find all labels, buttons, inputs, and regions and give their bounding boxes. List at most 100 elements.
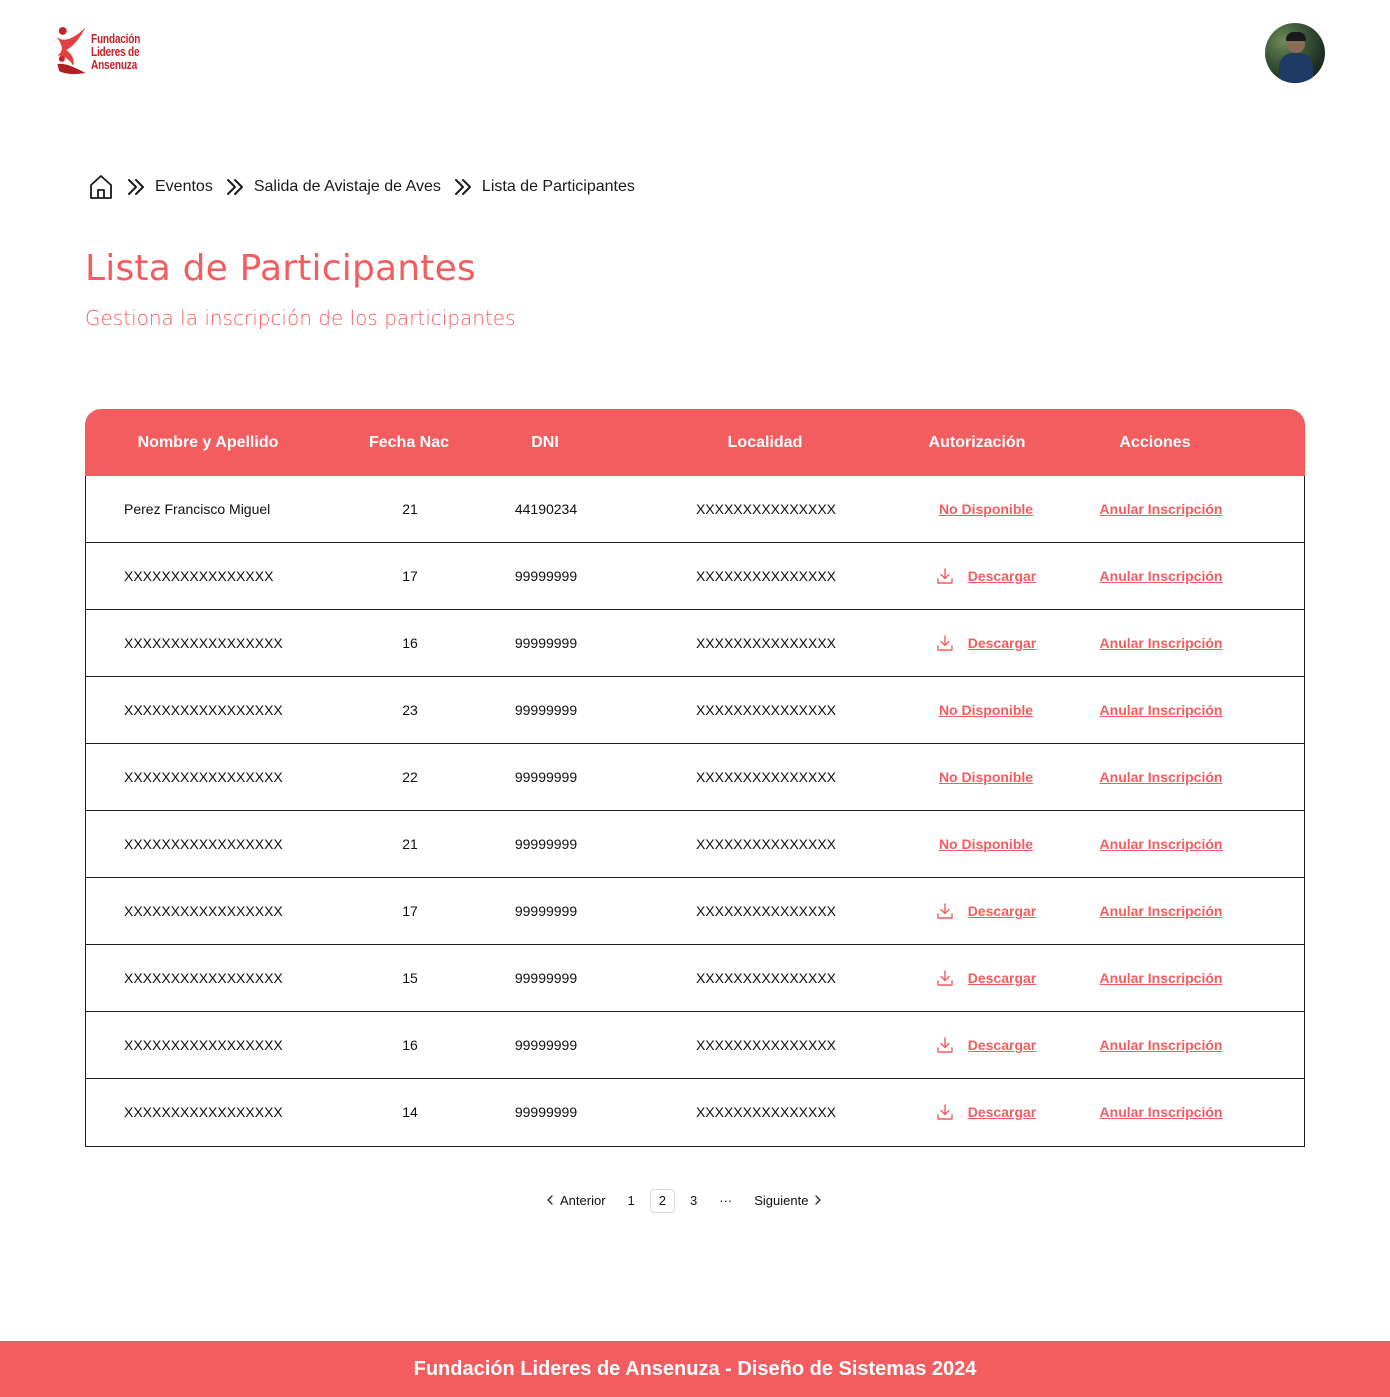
cell-dni: 99999999 <box>514 1104 578 1120</box>
download-label: Descargar <box>967 568 1037 584</box>
column-header-localidad: Localidad <box>727 434 803 451</box>
cell-autorizacion: Descargar <box>916 878 1056 944</box>
double-chevron-right-icon <box>453 178 473 196</box>
user-avatar[interactable] <box>1265 23 1325 83</box>
pagination-prev-label: Anterior <box>560 1193 606 1208</box>
cell-name: XXXXXXXXXXXXXXXXX <box>124 702 283 718</box>
download-icon <box>936 567 968 585</box>
chevron-left-icon <box>547 1189 554 1213</box>
cell-name: XXXXXXXXXXXXXXXXX <box>124 635 283 651</box>
table-row: XXXXXXXXXXXXXXXXX 23 99999999 XXXXXXXXXXXXX… <box>86 677 1304 744</box>
anular-inscripcion-link[interactable]: Anular Inscripción <box>1100 501 1223 517</box>
cell-name: XXXXXXXXXXXXXXXXX <box>124 769 283 785</box>
pagination-next[interactable]: Siguiente <box>743 1189 838 1213</box>
download-icon <box>936 634 968 652</box>
cell-dni: 44190234 <box>514 501 578 517</box>
download-link[interactable]: Descargar <box>936 878 1036 944</box>
avatar-hair <box>1286 32 1306 41</box>
pagination-page-current[interactable]: 2 <box>649 1189 675 1213</box>
cell-fecha: 21 <box>402 501 418 517</box>
cell-name: XXXXXXXXXXXXXXXXX <box>124 1104 283 1120</box>
breadcrumb-item-evento[interactable]: Salida de Avistaje de Aves <box>254 178 441 196</box>
cell-acciones: Anular Inscripción <box>1086 677 1236 743</box>
no-disponible-link[interactable]: No Disponible <box>939 702 1033 718</box>
table-row: XXXXXXXXXXXXXXXXX 16 99999999 XXXXXXXXXXXXX… <box>86 1012 1304 1079</box>
breadcrumb-item-eventos[interactable]: Eventos <box>155 178 213 196</box>
no-disponible-link[interactable]: No Disponible <box>939 769 1033 785</box>
pagination-ellipsis: ··· <box>719 1193 733 1208</box>
cell-acciones: Anular Inscripción <box>1086 543 1236 609</box>
cell-name: XXXXXXXXXXXXXXXXX <box>124 1037 283 1053</box>
anular-inscripcion-link[interactable]: Anular Inscripción <box>1100 702 1223 718</box>
cell-localidad: XXXXXXXXXXXXXXX <box>695 769 837 785</box>
download-icon <box>936 1036 968 1054</box>
anular-inscripcion-link[interactable]: Anular Inscripción <box>1100 1104 1223 1120</box>
anular-inscripcion-link[interactable]: Anular Inscripción <box>1100 568 1223 584</box>
download-icon <box>936 1103 968 1121</box>
home-icon[interactable] <box>88 173 114 201</box>
cell-fecha: 16 <box>402 635 418 651</box>
cell-acciones: Anular Inscripción <box>1086 610 1236 676</box>
brand-logo[interactable]: Fundación Lideres de Ansenuza <box>54 20 154 82</box>
cell-localidad: XXXXXXXXXXXXXXX <box>695 1037 837 1053</box>
cell-dni: 99999999 <box>514 970 578 986</box>
column-header-autorizacion: Autorización <box>928 434 1026 451</box>
logo-line-3: Ansenuza <box>90 56 138 72</box>
table-row: XXXXXXXXXXXXXXXX 17 99999999 XXXXXXXXXXXXXX… <box>86 543 1304 610</box>
anular-inscripcion-link[interactable]: Anular Inscripción <box>1100 970 1223 986</box>
pagination: Anterior 1 2 3 ··· Siguiente <box>530 1189 838 1213</box>
anular-inscripcion-link[interactable]: Anular Inscripción <box>1100 1037 1223 1053</box>
cell-autorizacion: No Disponible <box>916 677 1056 743</box>
table-row: Perez Francisco Miguel 21 44190234 XXXXXXXX… <box>86 476 1304 543</box>
cell-acciones: Anular Inscripción <box>1086 476 1236 542</box>
pagination-prev[interactable]: Anterior <box>530 1189 617 1213</box>
no-disponible-link[interactable]: No Disponible <box>939 501 1033 517</box>
cell-acciones: Anular Inscripción <box>1086 811 1236 877</box>
cell-fecha: 23 <box>402 702 418 718</box>
cell-localidad: XXXXXXXXXXXXXXX <box>695 568 837 584</box>
footer: Fundación Lideres de Ansenuza - Diseño d… <box>0 1341 1390 1397</box>
cell-localidad: XXXXXXXXXXXXXXX <box>695 1104 837 1120</box>
cell-dni: 99999999 <box>514 702 578 718</box>
cell-dni: 99999999 <box>514 836 578 852</box>
pagination-next-label: Siguiente <box>754 1193 809 1208</box>
download-label: Descargar <box>967 970 1037 986</box>
cell-localidad: XXXXXXXXXXXXXXX <box>695 903 837 919</box>
cell-autorizacion: Descargar <box>916 1012 1056 1078</box>
anular-inscripcion-link[interactable]: Anular Inscripción <box>1100 836 1223 852</box>
table-body: Perez Francisco Miguel 21 44190234 XXXXXXXX… <box>85 476 1305 1147</box>
double-chevron-right-icon <box>126 178 146 196</box>
no-disponible-link[interactable]: No Disponible <box>939 836 1033 852</box>
pagination-page-1[interactable]: 1 <box>617 1189 646 1213</box>
cell-fecha: 17 <box>402 568 418 584</box>
cell-localidad: XXXXXXXXXXXXXXX <box>695 970 837 986</box>
double-chevron-right-icon <box>225 178 245 196</box>
download-link[interactable]: Descargar <box>936 543 1037 609</box>
cell-dni: 99999999 <box>514 769 578 785</box>
anular-inscripcion-link[interactable]: Anular Inscripción <box>1100 769 1223 785</box>
download-link[interactable]: Descargar <box>936 945 1037 1011</box>
logo-text: Fundación Lideres de Ansenuza <box>91 32 140 71</box>
cell-autorizacion: No Disponible <box>916 744 1056 810</box>
column-header-acciones: Acciones <box>1119 434 1191 451</box>
cell-autorizacion: Descargar <box>916 1079 1056 1145</box>
table-header: Nombre y Apellido Fecha Nac DNI Localida… <box>85 409 1305 476</box>
cell-fecha: 17 <box>402 903 418 919</box>
cell-acciones: Anular Inscripción <box>1086 1079 1236 1145</box>
column-header-fecha: Fecha Nac <box>368 434 450 451</box>
cell-acciones: Anular Inscripción <box>1086 1012 1236 1078</box>
cell-dni: 99999999 <box>514 568 578 584</box>
cell-fecha: 21 <box>402 836 418 852</box>
anular-inscripcion-link[interactable]: Anular Inscripción <box>1100 635 1223 651</box>
pagination-page-3[interactable]: 3 <box>679 1189 708 1213</box>
table-row: XXXXXXXXXXXXXXXXX 16 99999999 XXXXXXXXXXXXX… <box>86 610 1304 677</box>
cell-acciones: Anular Inscripción <box>1086 744 1236 810</box>
anular-inscripcion-link[interactable]: Anular Inscripción <box>1100 903 1223 919</box>
cell-localidad: XXXXXXXXXXXXXXX <box>695 501 837 517</box>
download-link[interactable]: Descargar <box>936 1012 1036 1078</box>
download-link[interactable]: Descargar <box>936 1079 1037 1145</box>
download-label: Descargar <box>967 1104 1037 1120</box>
table-row: XXXXXXXXXXXXXXXXX 22 99999999 XXXXXXXXXXXXX… <box>86 744 1304 811</box>
cell-localidad: XXXXXXXXXXXXXXX <box>695 635 837 651</box>
download-link[interactable]: Descargar <box>936 610 1036 676</box>
